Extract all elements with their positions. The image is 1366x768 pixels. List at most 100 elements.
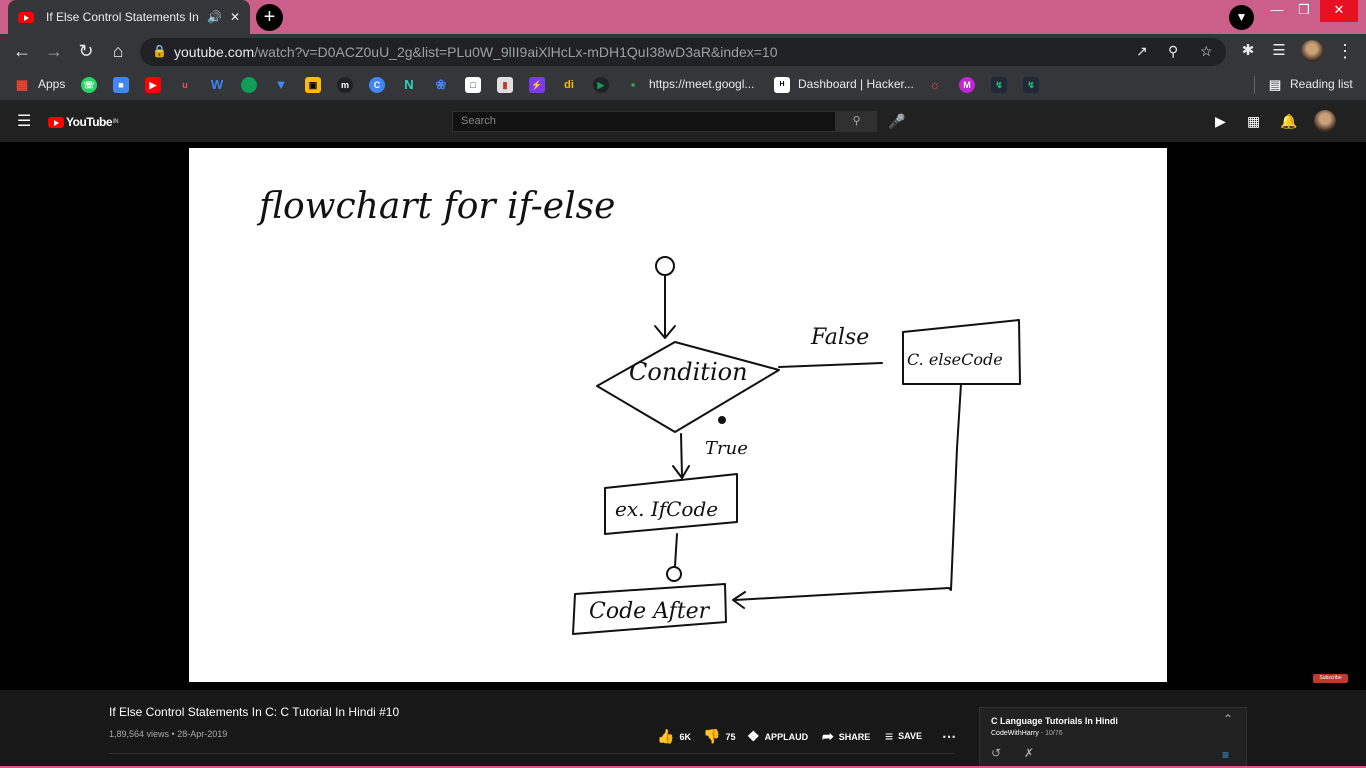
condition-diamond [596,341,780,433]
bookmark-icon-2[interactable]: ■ [113,77,129,93]
join-node [666,566,682,582]
zoom-icon[interactable]: ⚲ [1168,43,1178,60]
thumbs-up-icon: 👍 [657,728,675,744]
whatsapp-icon[interactable]: ☏ [81,77,97,93]
account-avatar[interactable] [1314,110,1336,132]
more-actions-button[interactable]: ⋯ [942,728,961,745]
shuffle-icon[interactable]: ✗ [1024,746,1034,760]
playlist-subtitle: CodeWithHarry - 10/76 [991,730,1063,737]
bookmark-c-red-icon[interactable]: ☼ [927,77,943,93]
video-player[interactable]: flowchart for if-else Condition False Tr… [0,142,1366,690]
bookmark-c-icon[interactable]: C [369,77,385,93]
bookmark-icon-6[interactable] [241,77,257,93]
video-frame-whiteboard: flowchart for if-else Condition False Tr… [189,148,1167,682]
chevron-up-icon[interactable]: ⌃ [1223,712,1233,726]
menu-kebab-icon[interactable]: ⋮ [1333,39,1357,63]
notifications-bell-icon[interactable]: 🔔 [1280,113,1297,130]
slide-heading: flowchart for if-else [256,186,615,227]
bookmark-apps[interactable]: Apps [38,77,65,91]
create-video-icon[interactable]: ▶ [1215,113,1226,130]
media-control-icon[interactable]: ☰ [1267,39,1291,63]
back-icon[interactable]: ← [10,39,34,63]
flowchart-drawing: flowchart for if-else Condition False Tr… [256,186,1021,635]
search-input[interactable]: Search [452,111,836,132]
hackerrank-icon[interactable]: H [774,77,790,93]
youtube-favicon-icon [18,11,34,23]
tab-search-button[interactable]: ▼ [1229,5,1254,30]
info-divider [109,753,954,754]
bookmark-z-icon-1[interactable]: ↯ [991,77,1007,93]
webflow-icon[interactable]: W [209,77,225,93]
udemy-icon[interactable]: u [177,77,193,93]
forward-icon[interactable]: → [42,39,66,63]
share-button[interactable]: ➦ SHARE [822,728,870,745]
bookmark-icon-8[interactable]: ▣ [305,77,321,93]
address-bar[interactable]: 🔒 youtube.com/watch?v=D0ACZ0uU_2g&list=P… [140,38,1226,66]
cursor-dot [718,416,726,424]
restore-button[interactable]: ❐ [1285,0,1323,22]
save-button[interactable]: ≡ SAVE [885,728,922,744]
if-connector [674,533,678,567]
bookmark-m-icon[interactable]: M [959,77,975,93]
open-in-app-icon[interactable]: ↗ [1136,43,1148,60]
search-button[interactable]: ⚲ [836,111,877,132]
applaud-icon: ❖ [747,728,760,744]
false-connector [778,362,883,368]
playlist-title[interactable]: C Language Tutorials In Hindi [991,716,1118,726]
else-return-arrow [732,383,962,609]
video-title: If Else Control Statements In C: C Tutor… [109,705,400,719]
start-arrow [654,275,676,339]
speaker-icon[interactable]: 🔊 [207,10,222,24]
profile-avatar[interactable] [1301,40,1323,62]
if-code-text: ex. IfCode [615,497,718,521]
browser-tab-active[interactable]: If Else Control Statements In C: C Tutor… [8,0,250,34]
thumbs-down-icon: 👎 [703,728,721,744]
playlist-panel[interactable]: C Language Tutorials In Hindi CodeWithHa… [979,707,1247,768]
bookmarks-bar: ▦ Apps ☏ ■ ▶ u W ▼ ▣ m C N ❀ □ ▮ ⚡ di ▶ … [0,69,1366,100]
youtube-bookmark-icon[interactable]: ▶ [145,77,161,93]
start-node [655,256,675,276]
reading-list-button[interactable]: Reading list [1290,77,1353,91]
else-code-text: C. elseCode [907,350,1003,369]
bookmark-bolt-icon[interactable]: ⚡ [529,77,545,93]
bookmark-di-icon[interactable]: di [561,77,577,93]
reload-icon[interactable]: ↻ [74,39,98,63]
true-label: True [705,438,748,459]
medium-icon[interactable]: m [337,77,353,93]
bookmark-dashboard[interactable]: Dashboard | Hacker... [798,77,914,91]
hamburger-menu-icon[interactable]: ☰ [17,111,31,131]
bookmark-doc-icon[interactable]: □ [465,77,481,93]
tab-close-icon[interactable]: ✕ [230,10,240,24]
lock-icon[interactable]: 🔒 [152,44,167,58]
apps-icon[interactable]: ▦ [1247,113,1260,130]
false-label: False [810,325,869,350]
applaud-button[interactable]: ❖ APPLAUD [747,728,808,745]
bookmark-icon-12[interactable]: ❀ [433,77,449,93]
bookmark-play-icon[interactable]: ▶ [593,77,609,93]
like-button[interactable]: 👍 6K [657,728,691,745]
extensions-icon[interactable]: ✱ [1236,39,1260,63]
reading-list-icon[interactable]: ▤ [1267,77,1283,93]
home-icon[interactable]: ⌂ [106,39,130,63]
apps-grid-icon[interactable]: ▦ [14,77,30,93]
dislike-button[interactable]: 👎 75 [703,728,735,745]
close-window-button[interactable]: ✕ [1320,0,1358,22]
bookmark-n-icon[interactable]: N [401,77,417,93]
subscribe-watermark[interactable]: Subscribe [1313,674,1348,683]
loop-icon[interactable]: ↺ [991,746,1001,760]
bookmark-z-icon-2[interactable]: ↯ [1023,77,1039,93]
bookmark-icon-7[interactable]: ▼ [273,77,289,93]
playlist-queue-icon[interactable]: ≡ [1222,748,1229,762]
youtube-logo[interactable]: YouTube IN [48,115,119,129]
tab-title: If Else Control Statements In C: C Tutor… [46,10,199,24]
bookmark-icon-14[interactable]: ▮ [497,77,513,93]
browser-titlebar: If Else Control Statements In C: C Tutor… [0,0,1366,34]
bookmarks-separator [1254,76,1255,94]
voice-search-icon[interactable]: 🎤 [888,113,905,130]
true-arrow [672,433,690,479]
bookmark-star-icon[interactable]: ☆ [1200,43,1213,60]
bookmark-meet[interactable]: https://meet.googl... [649,77,754,91]
new-tab-button[interactable]: + [256,4,283,31]
youtube-play-icon [48,116,64,128]
google-meet-icon[interactable]: ▪ [625,77,641,93]
